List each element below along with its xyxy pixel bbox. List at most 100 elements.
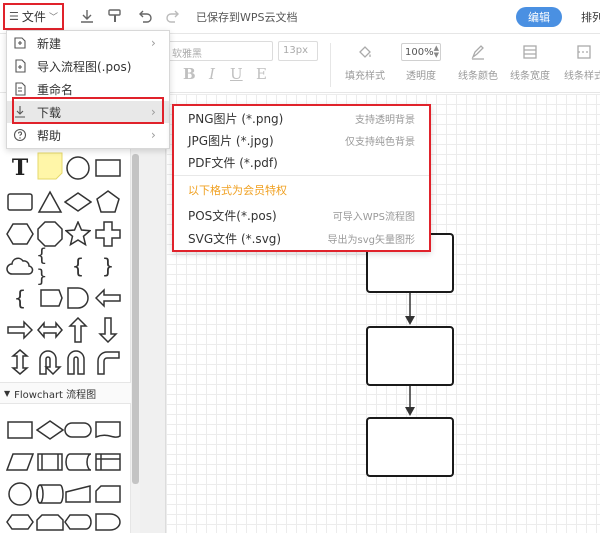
star-shape[interactable] (64, 220, 92, 248)
flowchart-section-header[interactable]: ▼ Flowchart 流程图 (0, 382, 131, 404)
format-desc: 可导入WPS流程图 (332, 211, 415, 223)
display-shape[interactable] (64, 508, 92, 536)
import-icon (7, 59, 33, 73)
flowchart-process-box[interactable] (366, 326, 454, 386)
undo-icon[interactable] (136, 7, 154, 25)
terminator-shape[interactable] (64, 416, 92, 444)
menu-item-help[interactable]: 帮助 › (7, 124, 169, 146)
predefined-process-shape[interactable] (36, 448, 64, 476)
left-brace-shape[interactable]: { (64, 252, 92, 280)
download-jpg[interactable]: JPG图片 (*.jpg) 仅支持纯色背景 (174, 129, 429, 151)
new-file-icon (7, 36, 33, 50)
octagon-shape[interactable] (36, 220, 64, 248)
stored-data-shape[interactable] (64, 448, 92, 476)
download-submenu: PNG图片 (*.png) 支持透明背景 JPG图片 (*.jpg) 仅支持纯色… (172, 104, 431, 252)
member-privilege-note: 以下格式为会员特权 (188, 184, 287, 197)
menu-item-download[interactable]: 下载 › (7, 101, 169, 123)
italic-button[interactable]: I (209, 65, 215, 83)
circle-shape[interactable] (64, 154, 92, 182)
card-shape[interactable] (94, 480, 122, 508)
rename-icon (7, 82, 33, 96)
format-name: PNG图片 (*.png) (188, 111, 284, 126)
format-name: POS文件(*.pos) (188, 208, 277, 223)
manual-input-shape[interactable] (64, 480, 92, 508)
download-png[interactable]: PNG图片 (*.png) 支持透明背景 (174, 107, 429, 129)
download-pos[interactable]: POS文件(*.pos) 可导入WPS流程图 (174, 204, 429, 226)
u-turn-left-arrow-shape[interactable] (64, 348, 92, 376)
right-arrow-shape[interactable] (6, 316, 34, 344)
half-circle-shape[interactable] (64, 284, 92, 312)
menu-item-rename[interactable]: 重命名 (7, 78, 169, 100)
bracket-shape[interactable]: { (6, 284, 34, 312)
data-shape[interactable] (6, 448, 34, 476)
connector-arrow[interactable] (402, 386, 418, 418)
font-size-select[interactable]: 13px (278, 41, 318, 61)
text-shape[interactable]: T (6, 154, 34, 182)
line-style-tool[interactable]: 线条样式 (556, 41, 600, 82)
redo-icon[interactable] (164, 7, 182, 25)
menu-item-import[interactable]: 导入流程图(.pos) (7, 55, 169, 77)
left-arrow-shape[interactable] (94, 284, 122, 312)
sequential-data-shape[interactable] (36, 480, 64, 508)
down-arrow-shape[interactable] (94, 316, 122, 344)
arrange-tab[interactable]: 排列 (581, 9, 600, 25)
format-painter-icon[interactable] (106, 7, 124, 25)
right-brace-shape[interactable]: } (94, 252, 122, 280)
double-arrow-shape[interactable] (36, 316, 64, 344)
download-svg[interactable]: SVG文件 (*.svg) 导出为svg矢量图形 (174, 227, 429, 249)
download-pdf[interactable]: PDF文件 (*.pdf) (174, 151, 429, 173)
rounded-rect-shape[interactable] (6, 188, 34, 216)
bold-button[interactable]: B (183, 65, 196, 83)
document-shape[interactable] (94, 416, 122, 444)
u-turn-arrow-shape[interactable] (36, 348, 64, 376)
loop-limit-shape[interactable] (36, 508, 64, 536)
file-dropdown-menu: 新建 › 导入流程图(.pos) 重命名 下载 › 帮助 › (6, 30, 170, 149)
line-style-label: 线条样式 (564, 71, 600, 82)
note-shape[interactable] (36, 152, 64, 180)
format-name: JPG图片 (*.jpg) (188, 133, 274, 148)
canvas-gutter (140, 94, 165, 533)
fill-style-tool[interactable]: 填充样式 (337, 41, 393, 82)
triangle-shape[interactable] (36, 188, 64, 216)
vertical-double-arrow-shape[interactable] (6, 348, 34, 376)
font-family-select[interactable]: 软雅黑 (165, 41, 273, 61)
process-shape[interactable] (6, 416, 34, 444)
chevron-right-icon: › (151, 128, 156, 142)
cross-shape[interactable] (94, 220, 122, 248)
pentagon-shape[interactable] (94, 188, 122, 216)
delay-shape[interactable] (94, 508, 122, 536)
line-style-icon (556, 41, 600, 63)
internal-storage-shape[interactable] (94, 448, 122, 476)
preparation-shape[interactable] (6, 508, 34, 536)
cloud-shape[interactable] (6, 252, 34, 280)
file-menu-button[interactable]: ☰ 文件 ﹀ (3, 3, 64, 30)
bent-arrow-shape[interactable] (94, 348, 122, 376)
diamond-shape[interactable] (64, 188, 92, 216)
stepper-arrows-icon: ▲ ▼ (433, 44, 439, 59)
connector-shape[interactable] (6, 480, 34, 508)
tab-shape[interactable] (36, 284, 64, 312)
up-arrow-shape[interactable] (64, 316, 92, 344)
line-color-tool[interactable]: 线条颜色 (450, 41, 506, 82)
edit-button[interactable]: 编辑 (516, 7, 562, 27)
brace-pair-shape[interactable]: { } (36, 245, 64, 287)
paint-bucket-icon (337, 41, 393, 63)
underline-button[interactable]: U (230, 65, 243, 83)
rectangle-shape[interactable] (94, 154, 122, 182)
download-icon[interactable] (78, 7, 96, 25)
hexagon-shape[interactable] (6, 220, 34, 248)
top-toolbar: ☰ 文件 ﹀ 已保存到WPS云文档 编辑 排列 (0, 0, 600, 34)
strikethrough-button[interactable]: E (256, 65, 267, 83)
shape-library-panel: T { } { } {▼ Flowchart 流程图 (0, 94, 131, 533)
menu-item-new[interactable]: 新建 › (7, 32, 169, 54)
line-width-tool[interactable]: 线条宽度 (502, 41, 558, 82)
flowchart-process-box[interactable] (366, 417, 454, 477)
shape-panel-scrollbar[interactable] (131, 94, 140, 533)
line-width-label: 线条宽度 (510, 71, 550, 82)
opacity-stepper[interactable]: 100% ▲ ▼ (401, 43, 441, 61)
format-desc: 支持透明背景 (355, 114, 415, 126)
opacity-tool[interactable]: 100% ▲ ▼ 透明度 (393, 41, 449, 82)
connector-arrow[interactable] (402, 293, 418, 327)
decision-shape[interactable] (36, 416, 64, 444)
scrollbar-thumb[interactable] (132, 154, 139, 484)
